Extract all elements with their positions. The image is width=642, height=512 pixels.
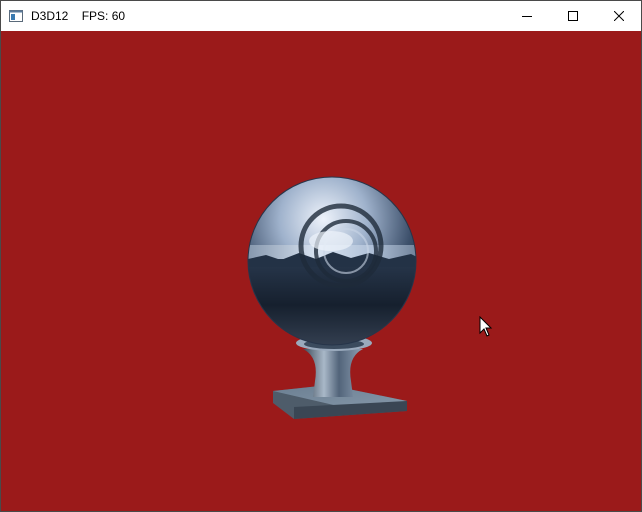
scene-render (1, 31, 641, 511)
app-window: D3D12 FPS: 60 (0, 0, 642, 512)
mouse-cursor-icon (479, 316, 493, 337)
window-app-icon[interactable] (9, 9, 23, 23)
minimize-icon (522, 16, 532, 17)
maximize-icon (568, 11, 578, 21)
title-bar[interactable]: D3D12 FPS: 60 (1, 1, 641, 31)
close-icon (614, 11, 624, 21)
render-viewport[interactable] (1, 31, 641, 511)
minimize-button[interactable] (504, 1, 550, 31)
maximize-button[interactable] (550, 1, 596, 31)
close-button[interactable] (596, 1, 641, 31)
window-title: D3D12 FPS: 60 (31, 9, 126, 23)
